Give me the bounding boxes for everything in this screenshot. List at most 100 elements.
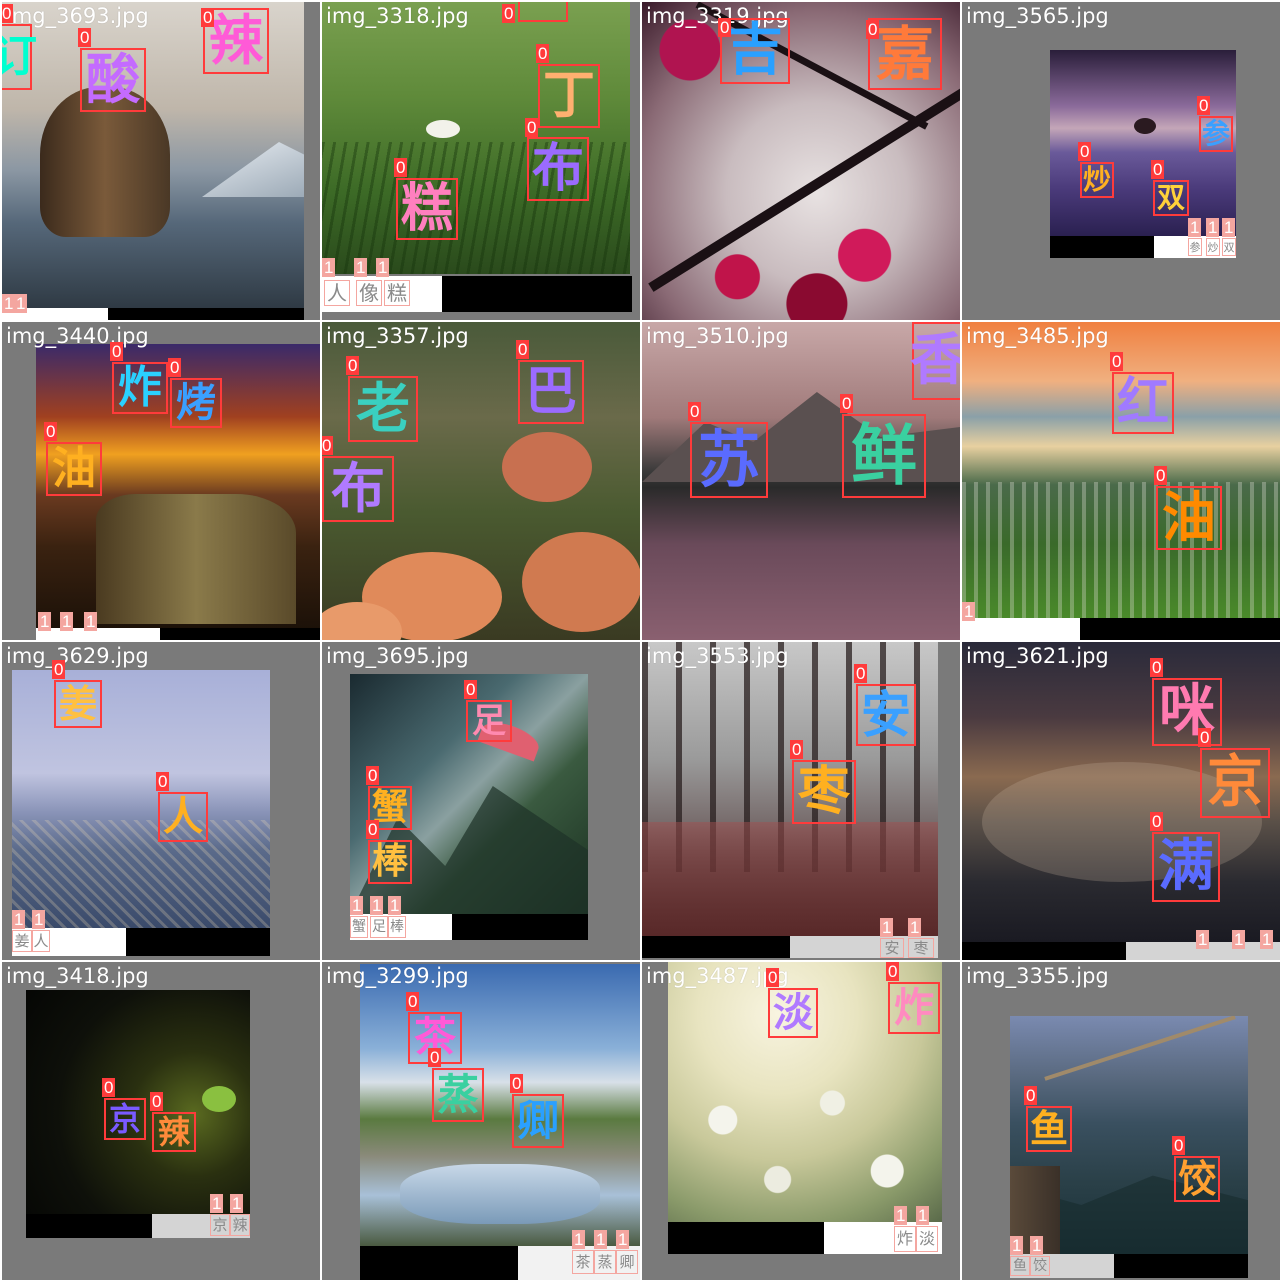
tile-15: img_3487.jpg 淡 0 炸 0 炸 1 淡 1 (642, 962, 960, 1280)
detection-box: 炸 (888, 982, 940, 1034)
tile-12: img_3621.jpg 咪 0 京 0 满 0 1 1 1 (962, 642, 1280, 960)
detection-char: 订 (2, 31, 37, 82)
detection-box: 炒 (1080, 162, 1114, 198)
detection-char: 油 (52, 443, 96, 494)
class-label: 1 (210, 1194, 224, 1213)
class-label: 1 (376, 258, 390, 277)
class-label: 0 (840, 394, 854, 413)
tree (1134, 118, 1156, 134)
class-label: 0 (1150, 658, 1164, 677)
detection-char: 双 (1223, 240, 1235, 254)
detection-box: 安 (856, 684, 916, 746)
class-label: 0 (52, 660, 66, 679)
class-label: 0 (428, 1048, 442, 1067)
class-label: 0 (2, 4, 14, 23)
class-label: 1 (38, 612, 52, 631)
class-label: 0 (102, 1078, 116, 1097)
mosaic-grid: img_3693.jpg 订 0 酸 0 辣 0 1 1 img_3318.jp… (0, 0, 1280, 1280)
class-label: 1 (1030, 1236, 1044, 1255)
detection-char: 京 (108, 1100, 141, 1138)
town (962, 482, 1280, 618)
detection-box: 酸 (80, 48, 146, 112)
class-label: 1 (12, 910, 26, 929)
class-label: 0 (502, 4, 516, 23)
detection-box: 淡 (916, 1226, 938, 1252)
class-label: 1 (354, 258, 368, 277)
detection-box: 参 (1188, 238, 1202, 256)
tile-11: img_3553.jpg 安 0 枣 0 安 1 枣 1 (642, 642, 960, 960)
class-label: 0 (1154, 466, 1168, 485)
detection-box: 饺 (1030, 1256, 1050, 1276)
class-label: 0 (406, 992, 420, 1011)
class-label: 1 (1196, 930, 1210, 949)
detection-box: 苏 (690, 422, 768, 498)
bottom-bar (452, 914, 588, 940)
class-label: 0 (766, 968, 780, 987)
tile-3: img_3319.jpg 吉 0 嘉 0 (642, 2, 960, 320)
detection-char: 蒸 (436, 1070, 479, 1119)
detection-char: 人 (33, 931, 49, 950)
tile-6: img_3357.jpg 老 0 巴 0 布 0 (322, 322, 640, 640)
detection-box: 像 (356, 280, 382, 306)
bottom-bar (668, 1222, 824, 1254)
detection-box: 京 (1200, 748, 1270, 818)
detection-box: 卿 (616, 1250, 638, 1274)
class-label: 1 (350, 896, 364, 915)
class-label: 0 (516, 340, 530, 359)
snow-mountain (202, 142, 304, 197)
class-label: 1 (894, 1206, 908, 1225)
detection-box: 炸 (112, 362, 168, 414)
detection-char: 红 (1116, 373, 1169, 433)
detection-char: 京 (212, 1215, 228, 1234)
class-label: 1 (916, 1206, 930, 1225)
filename-label: img_3299.jpg (326, 964, 469, 988)
detection-char: 糕 (400, 179, 453, 239)
detection-box: 蒸 (594, 1250, 616, 1274)
class-label: 0 (854, 664, 868, 683)
detection-char: 足 (472, 701, 506, 741)
class-label: 1 (572, 1230, 586, 1249)
filename-label: img_3357.jpg (326, 324, 469, 348)
detection-box: 烤 (170, 378, 222, 428)
detection-box: 老 (348, 376, 418, 442)
bottom-bar (26, 1214, 152, 1238)
detection-char: 炒 (1082, 163, 1111, 196)
detection-char: 京 (1207, 750, 1263, 815)
class-label: 0 (886, 962, 900, 981)
detection-box: 卿 (512, 1094, 564, 1148)
class-label: 1 (14, 294, 28, 313)
filename-label: img_3629.jpg (6, 644, 149, 668)
detection-box: 枣 (908, 938, 934, 958)
detection-box: 人 (158, 792, 208, 842)
class-label: 0 (78, 28, 92, 47)
filename-label: img_3318.jpg (326, 4, 469, 28)
detection-char: 苏 (697, 423, 760, 496)
detection-char: 棒 (390, 919, 404, 935)
tile-1: img_3693.jpg 订 0 酸 0 辣 0 1 1 (2, 2, 320, 320)
detection-box: 香 (910, 322, 960, 400)
detection-box: 双 (1153, 180, 1189, 216)
class-label: 0 (366, 820, 380, 839)
detection-box: 布 (322, 456, 394, 522)
detection-char: 烤 (176, 380, 216, 426)
detection-box: 鱼 (1026, 1106, 1072, 1152)
detection-char: 姜 (58, 682, 97, 726)
class-label: 1 (84, 612, 98, 631)
town-lights (12, 820, 270, 928)
filename-label: img_3418.jpg (6, 964, 149, 988)
filename-label: img_3565.jpg (966, 4, 1109, 28)
detection-char: 酸 (86, 48, 140, 111)
tile-13: img_3418.jpg 京 0 辣 0 京 1 辣 1 (2, 962, 320, 1280)
detection-char: 蟹 (352, 919, 366, 935)
detection-box: 红 (1112, 372, 1174, 434)
bottom-bar (962, 942, 1126, 960)
detection-char: 蒸 (597, 1252, 613, 1271)
class-label: 0 (536, 44, 550, 63)
tile-8: img_3485.jpg 红 0 油 0 1 (962, 322, 1280, 640)
class-label: 1 (388, 896, 402, 915)
detection-box: 安 (880, 938, 904, 958)
bottom-bar (126, 928, 270, 956)
detection-box: 辣 (152, 1112, 196, 1152)
detection-char: 炸 (894, 985, 934, 1031)
detection-char: 糕 (387, 281, 407, 305)
